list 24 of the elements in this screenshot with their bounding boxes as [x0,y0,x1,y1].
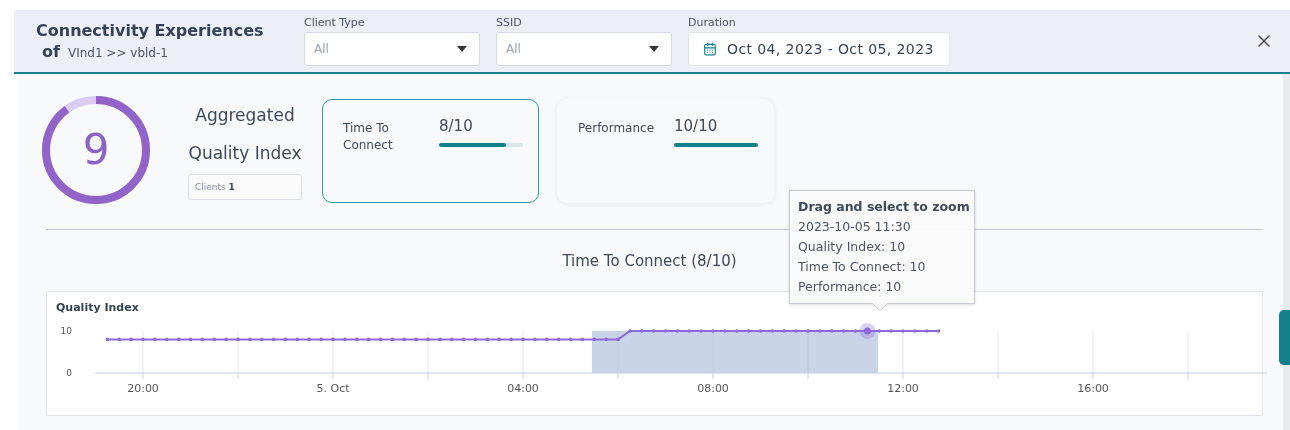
metric-card[interactable]: Performance 10/10 [557,99,774,203]
filter-label: Duration [688,16,737,29]
date-range-field[interactable]: Oct 04, 2023 - Oct 05, 2023 [688,32,950,66]
of-label: of [42,42,60,61]
metric-card[interactable]: Time To Connect 8/10 [322,99,539,203]
calendar-icon [703,42,717,56]
tooltip-line: 2023-10-05 11:30 [798,218,912,236]
tooltip-line: Time To Connect: 10 [798,258,927,276]
metric-label: Performance [578,120,656,137]
tooltip-line: Quality Index: 10 [798,238,907,256]
metric-value: 8/10 [439,117,474,135]
caret-icon [457,46,467,52]
metric-label: Time To Connect [343,120,394,154]
location-path: VInd1 >> vbld-1 [67,46,168,60]
dialog-title: Connectivity Experiences [36,21,265,40]
summary-label: Aggregated Quality Index [187,104,303,165]
metric-value: 10/10 [674,117,719,135]
caret-icon [649,46,659,52]
filter-label: Client Type [304,16,366,29]
filter-label: SSID [496,16,523,29]
detail-title: Time To Connect (8/10) [562,252,737,270]
clients-count: Clients 1 [188,174,302,200]
score-value: 9 [82,124,110,174]
tooltip-line: Performance: 10 [798,278,903,296]
